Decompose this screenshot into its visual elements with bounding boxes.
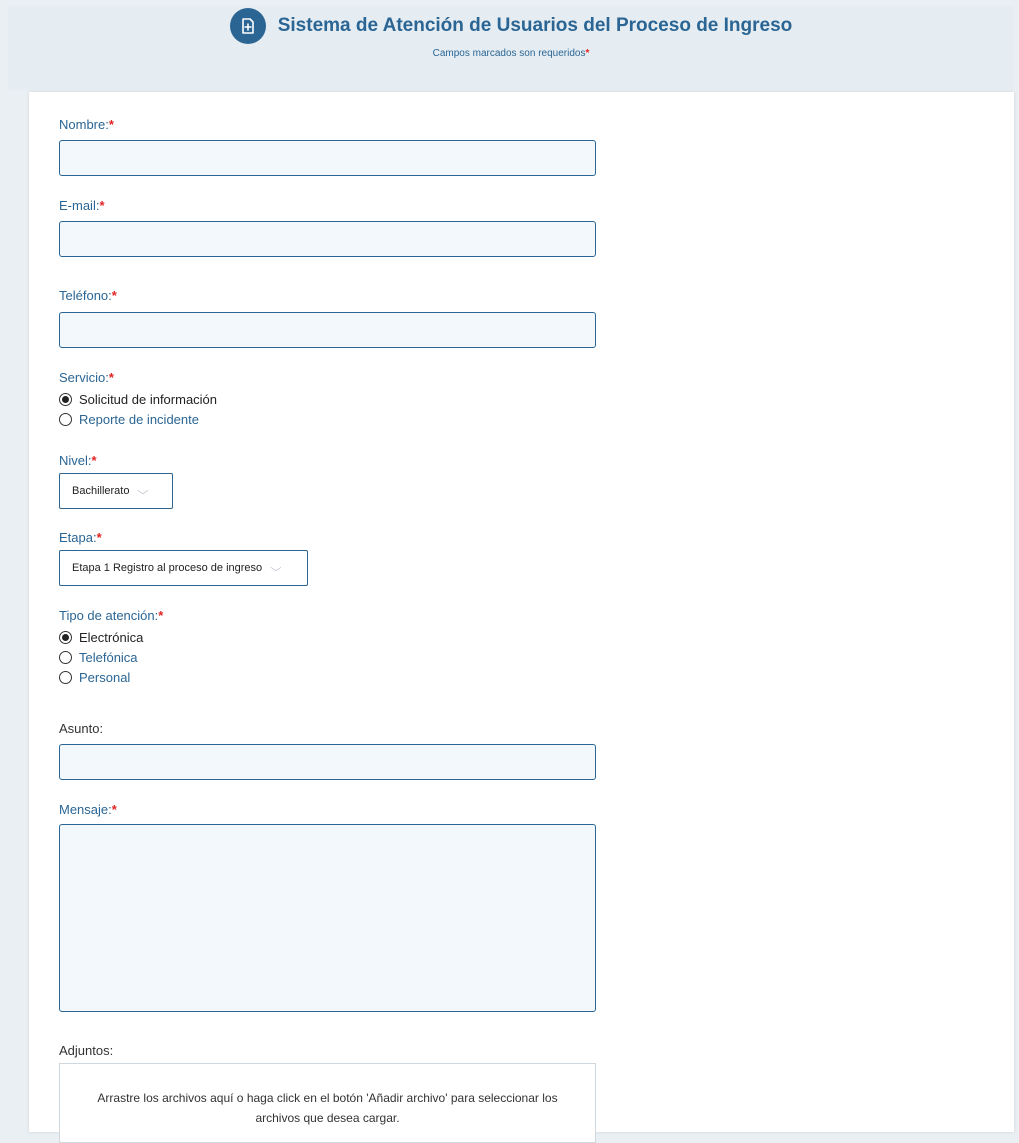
tipo-atencion-label: Tipo de atención:* bbox=[59, 608, 163, 623]
telefono-label: Teléfono:* bbox=[59, 288, 117, 303]
etapa-select[interactable]: Etapa 1 Registro al proceso de ingreso ⌵ bbox=[59, 550, 308, 586]
email-label-text: E-mail: bbox=[59, 198, 100, 213]
adjuntos-label: Adjuntos: bbox=[59, 1043, 113, 1058]
mensaje-label: Mensaje:* bbox=[59, 802, 117, 817]
nombre-input[interactable] bbox=[59, 140, 596, 176]
nombre-label: Nombre:* bbox=[59, 117, 114, 132]
header-title-row: Sistema de Atención de Usuarios del Proc… bbox=[8, 8, 1014, 44]
radio-checked[interactable] bbox=[59, 393, 72, 406]
nivel-select[interactable]: Bachillerato ⌵ bbox=[59, 473, 173, 509]
servicio-label-text: Servicio: bbox=[59, 370, 109, 385]
required-note-text: Campos marcados son requeridos bbox=[432, 48, 586, 59]
radio-unchecked[interactable] bbox=[59, 413, 72, 426]
servicio-option-solicitud[interactable]: Solicitud de información bbox=[59, 392, 217, 407]
etapa-selected-value: Etapa 1 Registro al proceso de ingreso bbox=[72, 562, 263, 574]
tipo-atencion-option-label: Personal bbox=[79, 670, 131, 685]
required-asterisk: * bbox=[108, 117, 114, 132]
radio-unchecked[interactable] bbox=[59, 671, 72, 684]
nivel-label-text: Nivel: bbox=[59, 453, 92, 468]
nivel-selected-value: Bachillerato bbox=[72, 485, 130, 497]
tipo-atencion-option-label: Electrónica bbox=[79, 630, 144, 645]
required-asterisk: * bbox=[111, 802, 117, 817]
telefono-label-text: Teléfono: bbox=[59, 288, 112, 303]
file-dropzone[interactable]: Arrastre los archivos aquí o haga click … bbox=[59, 1063, 596, 1143]
tipo-atencion-option-electronica[interactable]: Electrónica bbox=[59, 630, 143, 645]
etapa-label: Etapa:* bbox=[59, 530, 102, 545]
nivel-label: Nivel:* bbox=[59, 453, 97, 468]
asunto-input[interactable] bbox=[59, 744, 596, 780]
chevron-down-icon: ⌵ bbox=[137, 485, 149, 497]
tipo-atencion-option-telefonica[interactable]: Telefónica bbox=[59, 650, 138, 665]
servicio-label: Servicio:* bbox=[59, 370, 114, 385]
required-asterisk: * bbox=[111, 288, 117, 303]
radio-checked[interactable] bbox=[59, 631, 72, 644]
dropzone-text: Arrastre los archivos aquí o haga click … bbox=[97, 1091, 558, 1125]
required-asterisk: * bbox=[91, 453, 97, 468]
email-input[interactable] bbox=[59, 221, 596, 257]
required-asterisk: * bbox=[96, 530, 102, 545]
tipo-atencion-option-personal[interactable]: Personal bbox=[59, 670, 130, 685]
nombre-label-text: Nombre: bbox=[59, 117, 109, 132]
mensaje-textarea[interactable] bbox=[59, 824, 596, 1012]
adjuntos-label-text: Adjuntos: bbox=[59, 1043, 114, 1058]
required-note: Campos marcados son requeridos* bbox=[8, 48, 1014, 59]
tipo-atencion-label-text: Tipo de atención: bbox=[59, 608, 159, 623]
etapa-label-text: Etapa: bbox=[59, 530, 97, 545]
required-asterisk: * bbox=[99, 198, 105, 213]
telefono-input[interactable] bbox=[59, 312, 596, 348]
tipo-atencion-option-label: Telefónica bbox=[79, 650, 138, 665]
mensaje-label-text: Mensaje: bbox=[59, 802, 112, 817]
servicio-option-label: Reporte de incidente bbox=[79, 412, 199, 427]
email-label: E-mail:* bbox=[59, 198, 105, 213]
page-title: Sistema de Atención de Usuarios del Proc… bbox=[277, 15, 793, 36]
required-asterisk: * bbox=[158, 608, 164, 623]
servicio-option-label: Solicitud de información bbox=[79, 392, 218, 407]
page-header: Sistema de Atención de Usuarios del Proc… bbox=[8, 6, 1014, 90]
asunto-label-text: Asunto: bbox=[59, 721, 104, 736]
add-document-icon bbox=[229, 8, 266, 44]
required-asterisk: * bbox=[585, 48, 590, 59]
asunto-label: Asunto: bbox=[59, 721, 103, 736]
radio-unchecked[interactable] bbox=[59, 651, 72, 664]
chevron-down-icon: ⌵ bbox=[270, 562, 282, 574]
servicio-option-reporte[interactable]: Reporte de incidente bbox=[59, 412, 199, 427]
required-asterisk: * bbox=[108, 370, 114, 385]
